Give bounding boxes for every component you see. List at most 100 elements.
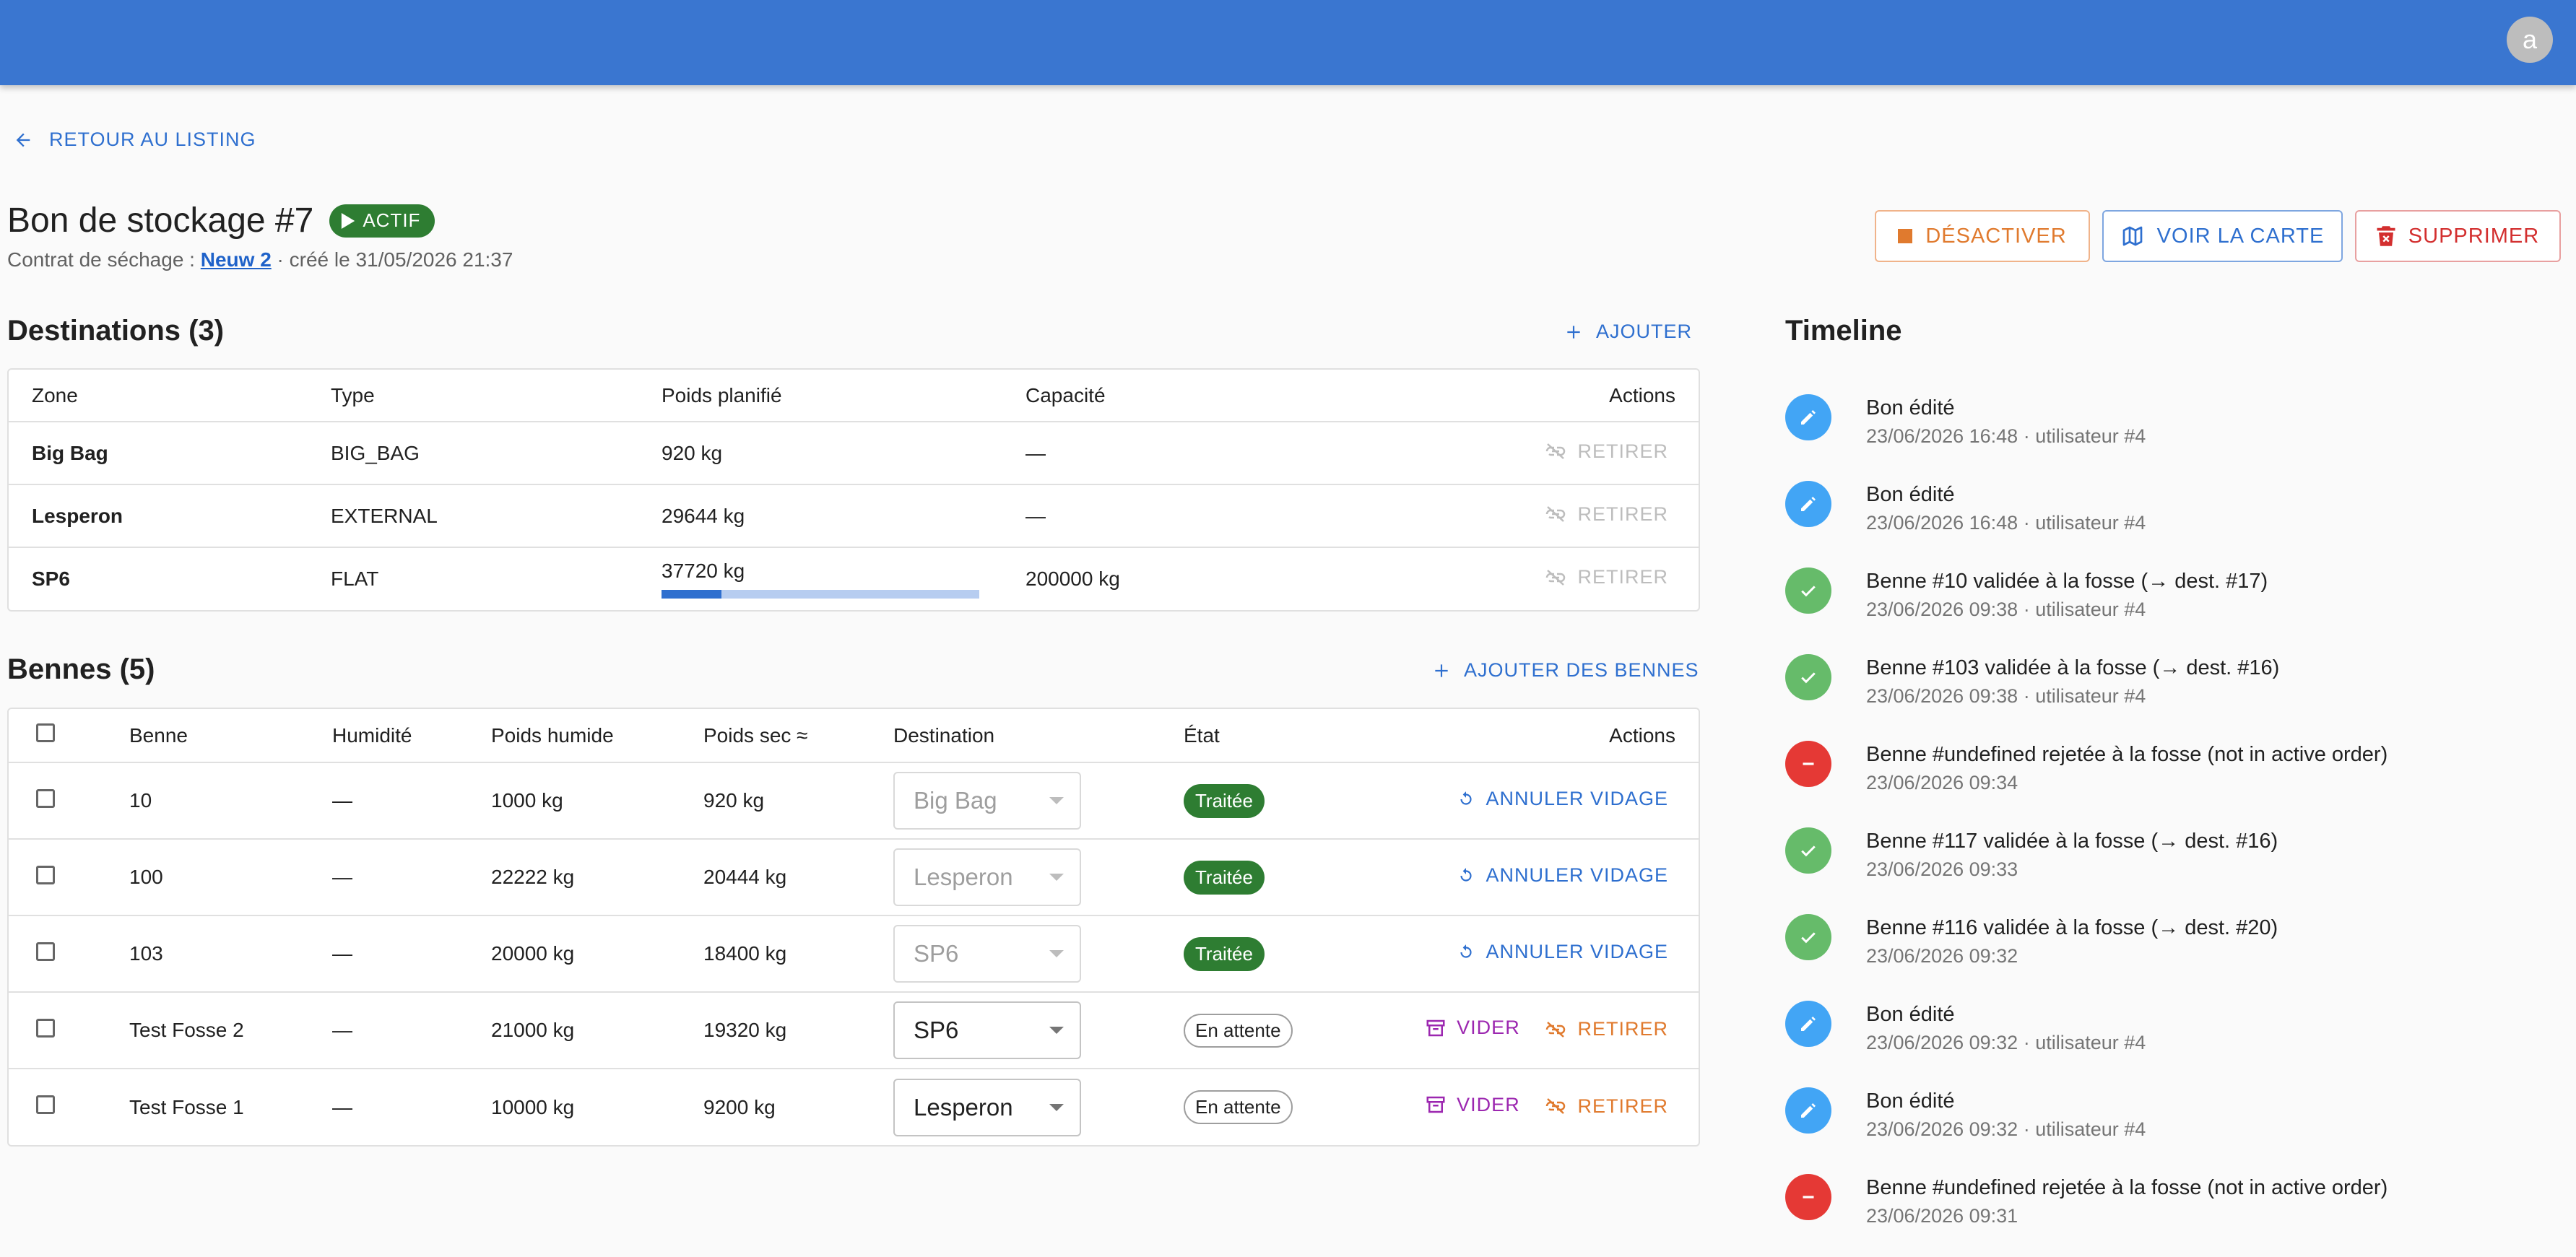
timeline-item: Bon édité 23/06/2026 16:48 · utilisateur … [1785,481,2146,537]
pencil-icon [1785,1087,1831,1134]
humidity-cell: — [332,992,491,1069]
select-all-checkbox[interactable] [36,723,55,742]
col-dry-weight: Poids sec ≈ [703,709,893,763]
remove-label: RETIRER [1577,1095,1668,1117]
row-checkbox[interactable] [36,865,55,884]
back-to-listing-link[interactable]: RETOUR AU LISTING [13,129,256,151]
pencil-icon [1785,1001,1831,1047]
destination-select: Big Bag [893,772,1081,830]
dry-weight-cell: 19320 kg [703,992,893,1069]
capacity-progress-bar [662,590,979,599]
chevron-down-icon [1049,1027,1064,1034]
timeline-item-meta: 23/06/2026 09:32 · utilisateur #4 [1866,1032,2146,1053]
humidity-cell: — [332,839,491,916]
remove-destination-button[interactable]: RETIRER [1544,503,1668,526]
timeline-item-meta: 23/06/2026 09:33 [1866,858,2018,880]
benne-cell: 100 [129,839,332,916]
minus-icon [1785,741,1831,787]
remove-label: RETIRER [1577,566,1668,588]
timeline-item-meta: 23/06/2026 09:38 · utilisateur #4 [1866,685,2146,707]
cancel-emptying-button[interactable]: ANNULER VIDAGE [1457,788,1668,810]
add-destination-button[interactable]: AJOUTER [1564,321,1692,343]
wet-weight-cell: 1000 kg [491,762,703,840]
table-header: Zone Type Poids planifié Capacité Action… [9,370,1699,422]
timeline-item-meta: 23/06/2026 09:31 [1866,1205,2018,1227]
status-badge: ACTIF [329,204,435,238]
destination-select[interactable]: SP6 [893,1001,1081,1059]
timeline-item-title: Benne #116 validée à la fosse (→ dest. #… [1866,916,2278,939]
timeline-item-meta: 23/06/2026 09:34 [1866,772,2018,793]
col-weight: Poids planifié [662,370,1025,422]
empty-button[interactable]: VIDER [1425,1094,1520,1116]
timeline-item: Benne #undefined rejetée à la fosse (not… [1785,741,2388,797]
remove-destination-button[interactable]: RETIRER [1544,440,1668,463]
view-map-button[interactable]: VOIR LA CARTE [2102,210,2343,262]
table-row: Lesperon EXTERNAL 29644 kg — RETIRER [9,484,1699,548]
add-destination-label: AJOUTER [1596,321,1693,342]
destination-select[interactable]: Lesperon [893,1078,1081,1136]
state-badge: Traitée [1184,860,1265,895]
wet-weight-cell: 22222 kg [491,839,703,916]
destination-select: SP6 [893,925,1081,983]
col-destination: Destination [893,709,1184,763]
undo-icon [1457,790,1475,809]
check-icon [1785,567,1831,614]
zone-cell: SP6 [32,567,70,590]
empty-button[interactable]: VIDER [1425,1017,1520,1039]
remove-benne-button[interactable]: RETIRER [1544,1095,1668,1118]
state-badge: Traitée [1184,783,1265,818]
status-label: ACTIF [363,209,421,231]
zone-cell: Big Bag [9,422,331,485]
cancel-emptying-button[interactable]: ANNULER VIDAGE [1457,864,1668,887]
humidity-cell: — [332,762,491,840]
table-row: Test Fosse 2 — 21000 kg 19320 kg SP6 En … [9,992,1699,1069]
cancel-emptying-button[interactable]: ANNULER VIDAGE [1457,941,1668,963]
benne-cell: 103 [129,915,332,993]
row-checkbox[interactable] [36,1095,55,1114]
deactivate-label: DÉSACTIVER [1925,224,2067,248]
col-benne: Benne [129,709,332,763]
view-map-label: VOIR LA CARTE [2156,224,2325,248]
chevron-down-icon [1049,874,1064,881]
link-off-icon [1544,1097,1567,1115]
app-bar: a [0,0,2576,85]
row-checkbox[interactable] [36,941,55,961]
add-bennes-button[interactable]: AJOUTER DES BENNES [1432,659,1699,682]
cancel-emptying-label: ANNULER VIDAGE [1486,864,1668,887]
check-icon [1785,827,1831,874]
timeline-item-meta: 23/06/2026 16:48 · utilisateur #4 [1866,512,2146,534]
contract-link[interactable]: Neuw 2 [201,248,272,271]
timeline-item-title: Benne #undefined rejetée à la fosse (not… [1866,743,2388,766]
avatar[interactable]: a [2507,17,2553,63]
timeline-item-title: Benne #117 validée à la fosse (→ dest. #… [1866,830,2278,853]
capacity-cell: — [1025,422,1282,485]
destination-value: Lesperon [914,864,1013,890]
trash-icon [2377,225,2395,247]
destination-value: Big Bag [914,787,997,814]
delete-button[interactable]: SUPPRIMER [2355,210,2561,262]
plus-icon [1432,661,1451,680]
subtitle-suffix: · créé le 31/05/2026 21:37 [271,248,513,271]
wet-weight-cell: 20000 kg [491,915,703,993]
weight-cell: 37720 kg [662,547,1025,610]
weight-cell: 920 kg [662,422,1025,485]
type-cell: FLAT [331,567,379,590]
chevron-down-icon [1049,1103,1064,1111]
col-zone: Zone [9,370,331,422]
back-link-label: RETOUR AU LISTING [49,129,256,150]
deactivate-button[interactable]: DÉSACTIVER [1875,210,2090,262]
delete-label: SUPPRIMER [2408,224,2540,248]
remove-destination-button[interactable]: RETIRER [1544,566,1668,588]
state-badge: En attente [1184,1013,1293,1048]
state-badge: En attente [1184,1090,1293,1124]
row-checkbox[interactable] [36,1018,55,1038]
remove-label: RETIRER [1577,503,1668,525]
cancel-emptying-label: ANNULER VIDAGE [1486,941,1668,963]
benne-cell: Test Fosse 2 [129,992,332,1069]
table-row: 103 — 20000 kg 18400 kg SP6 Traitée ANNU… [9,915,1699,993]
state-badge: Traitée [1184,936,1265,971]
destination-select: Lesperon [893,848,1081,906]
row-checkbox[interactable] [36,788,55,808]
remove-benne-button[interactable]: RETIRER [1544,1018,1668,1040]
dry-weight-cell: 20444 kg [703,839,893,916]
